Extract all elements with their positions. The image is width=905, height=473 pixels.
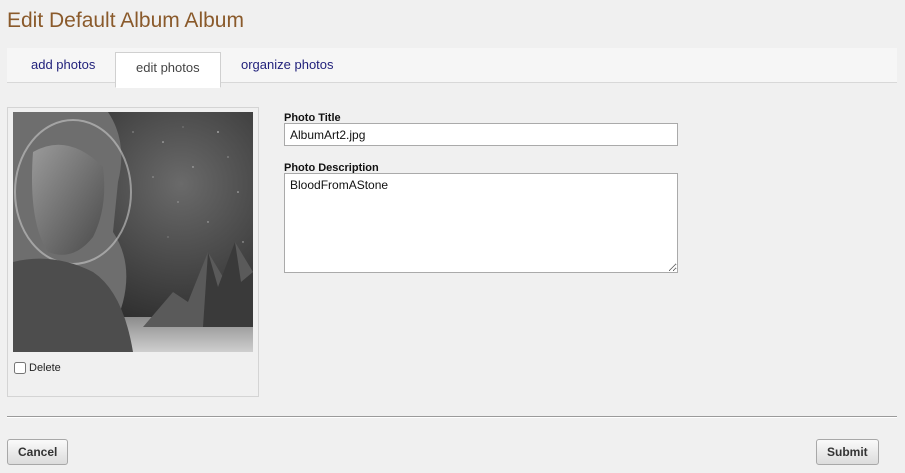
submit-button[interactable]: Submit bbox=[816, 439, 879, 465]
delete-option[interactable]: Delete bbox=[14, 362, 61, 374]
delete-checkbox[interactable] bbox=[14, 362, 26, 374]
form-divider bbox=[7, 416, 897, 418]
delete-label: Delete bbox=[29, 362, 61, 374]
tab-add-photos[interactable]: add photos bbox=[19, 48, 107, 83]
cancel-button[interactable]: Cancel bbox=[7, 439, 69, 465]
photo-card: Delete bbox=[7, 107, 259, 397]
tab-bar: add photos edit photos organize photos bbox=[7, 48, 897, 88]
album-art-illustration bbox=[13, 112, 253, 352]
photo-title-input[interactable] bbox=[284, 123, 678, 146]
album-art-image bbox=[13, 112, 253, 352]
photo-description-input[interactable]: BloodFromAStone bbox=[284, 173, 678, 273]
page-title: Edit Default Album Album bbox=[7, 9, 244, 32]
tab-edit-photos[interactable]: edit photos bbox=[115, 52, 221, 88]
tab-organize-photos[interactable]: organize photos bbox=[229, 48, 346, 83]
